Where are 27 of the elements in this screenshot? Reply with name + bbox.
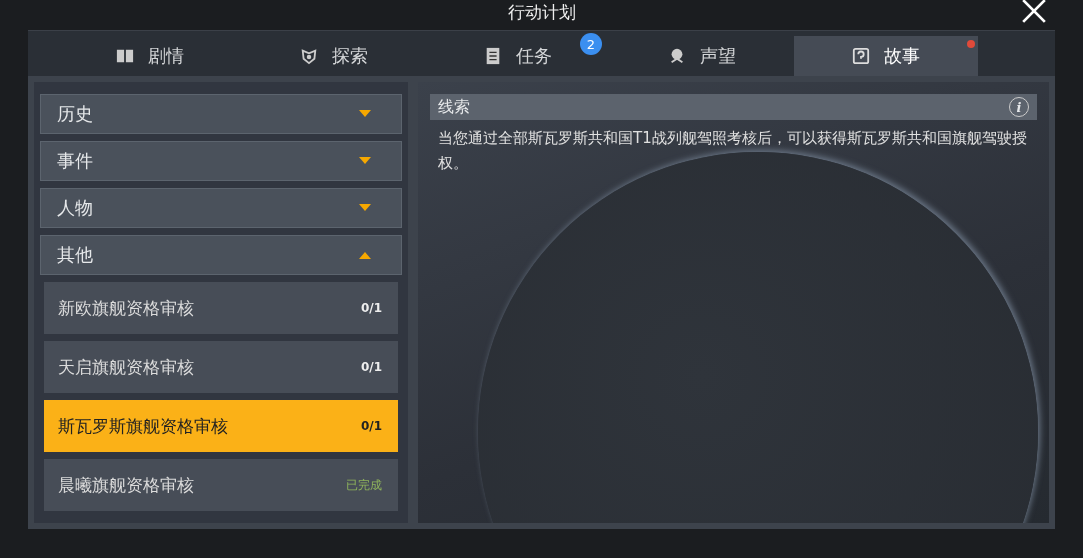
tab[interactable]: 任务 2: [426, 36, 610, 76]
book-icon: [116, 47, 134, 65]
list-item[interactable]: 斯瓦罗斯旗舰资格审核 0/1: [44, 400, 398, 452]
section-header: 线索 i: [430, 94, 1037, 120]
description-text: 当您通过全部斯瓦罗斯共和国T1战列舰驾照考核后，可以获得斯瓦罗斯共和国旗舰驾驶授权。: [438, 128, 1028, 174]
list-item[interactable]: 新欧旗舰资格审核 0/1: [44, 282, 398, 334]
list-item[interactable]: 晨曦旗舰资格审核 已完成: [44, 459, 398, 511]
tab[interactable]: 声望: [610, 36, 794, 76]
progress-status: 0/1: [360, 360, 382, 374]
progress-status: 0/1: [360, 301, 382, 315]
category-header[interactable]: 事件: [40, 141, 402, 181]
progress-status: 已完成: [346, 476, 382, 494]
tab[interactable]: 剧情: [58, 36, 242, 76]
progress-status: 0/1: [360, 419, 382, 433]
shield-icon: [300, 47, 318, 65]
list-item[interactable]: 天启旗舰资格审核 0/1: [44, 341, 398, 393]
window-title: 行动计划: [507, 2, 576, 22]
category-header[interactable]: 人物: [40, 188, 402, 228]
category-header[interactable]: 历史: [40, 94, 402, 134]
document-icon: [484, 47, 502, 65]
category-header[interactable]: 其他: [40, 235, 402, 275]
badge-icon: [668, 47, 686, 65]
count-badge: 2: [580, 33, 602, 55]
close-icon[interactable]: [1021, 0, 1047, 24]
tab[interactable]: 探索: [242, 36, 426, 76]
question-icon: [852, 47, 870, 65]
tab[interactable]: 故事: [794, 36, 978, 76]
